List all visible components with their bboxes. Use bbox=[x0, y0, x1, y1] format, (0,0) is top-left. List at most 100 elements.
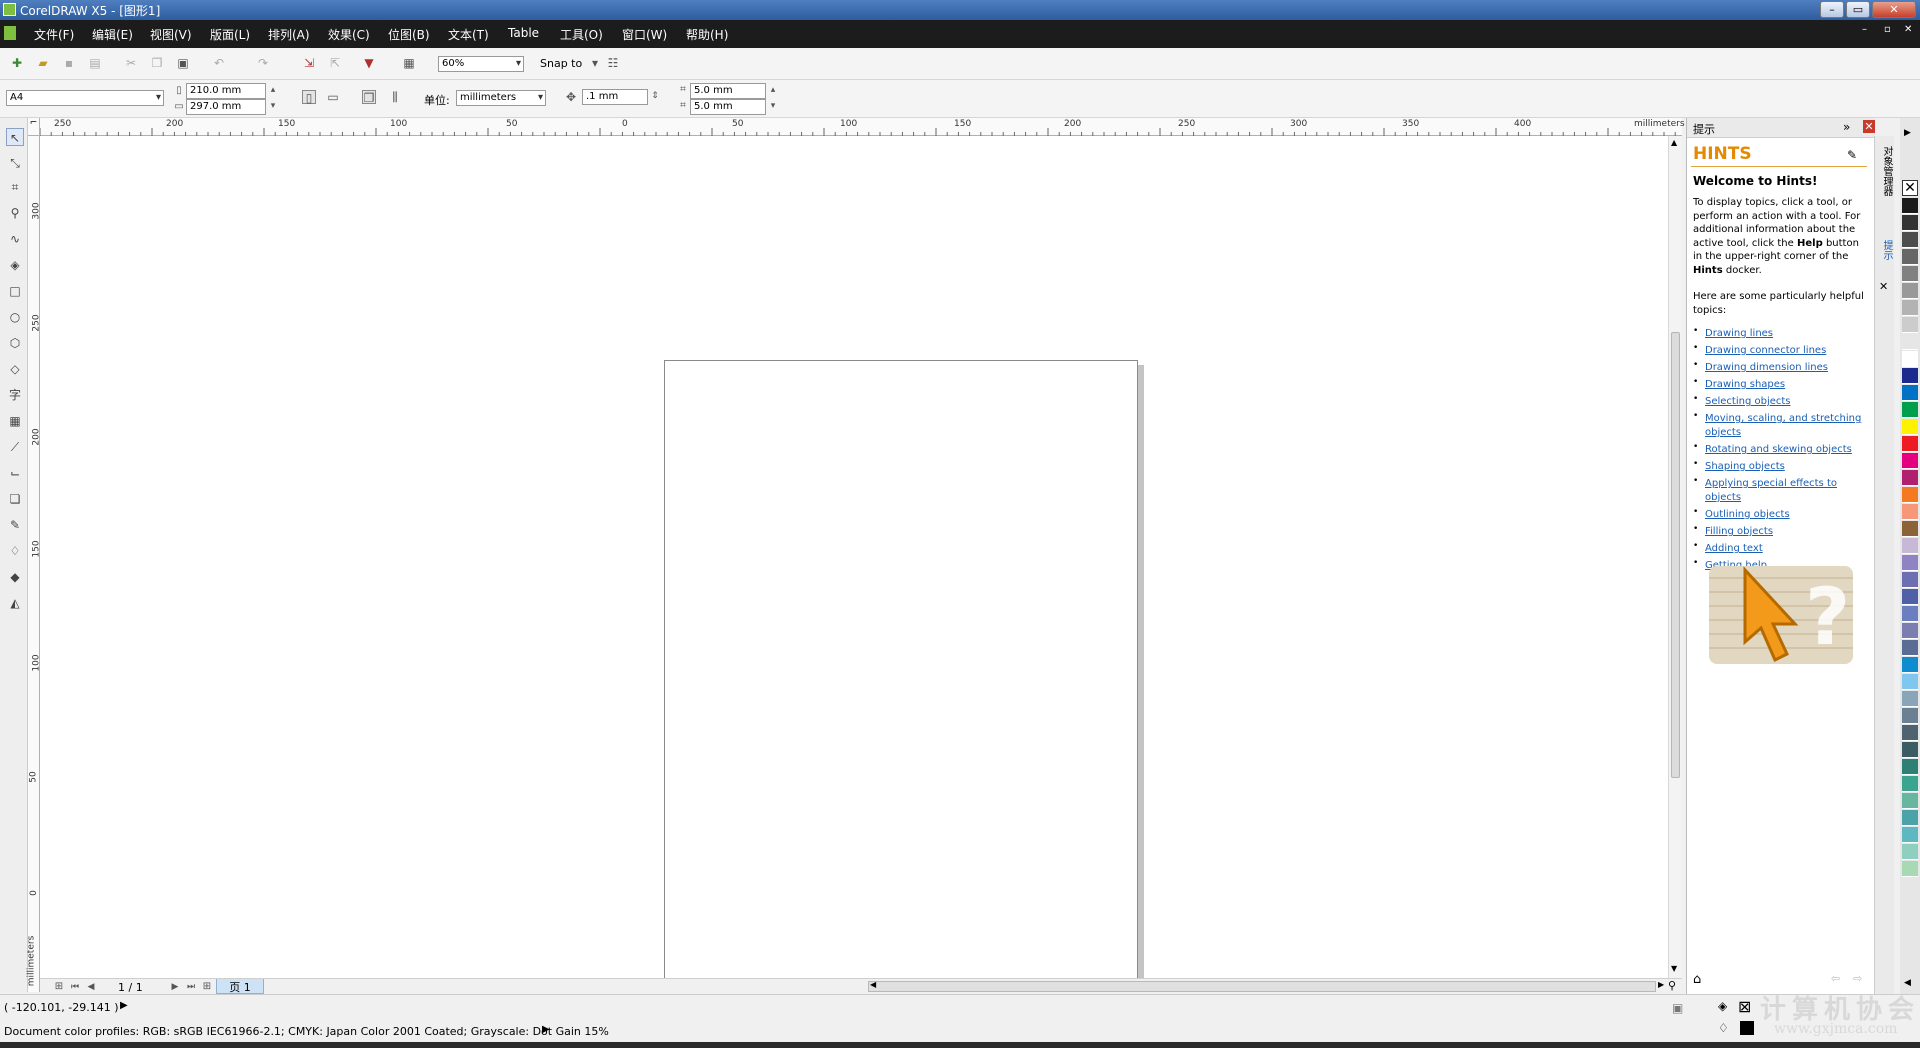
ellipse-tool-icon[interactable]: ○ bbox=[6, 308, 24, 326]
paper-size-select[interactable]: A4 bbox=[6, 90, 164, 106]
color-swatch[interactable] bbox=[1902, 453, 1918, 469]
topic-link[interactable]: Applying special effects to objects bbox=[1705, 478, 1837, 503]
fill-tool-icon[interactable]: ◆ bbox=[6, 568, 24, 586]
welcome-screen-icon[interactable]: ▦ bbox=[402, 56, 416, 70]
freehand-tool-icon[interactable]: ∿ bbox=[6, 230, 24, 248]
zoom-level-field[interactable]: 60% bbox=[438, 56, 524, 72]
horizontal-scroll-thumb[interactable] bbox=[868, 981, 1656, 992]
profiles-expand-icon[interactable]: ▶ bbox=[542, 1024, 550, 1035]
horizontal-ruler[interactable]: 250 200 150 100 50 0 50 100 150 200 250 … bbox=[40, 118, 1685, 136]
color-swatch[interactable] bbox=[1902, 351, 1918, 367]
paste-icon[interactable]: ▣ bbox=[176, 56, 190, 70]
vertical-scroll-thumb[interactable] bbox=[1671, 332, 1680, 778]
color-swatch[interactable] bbox=[1902, 470, 1918, 486]
topic-link[interactable]: Filling objects bbox=[1705, 526, 1773, 537]
nudge-spinner-icon[interactable]: ⇕ bbox=[648, 89, 662, 103]
color-swatch[interactable] bbox=[1902, 334, 1918, 350]
first-page-icon[interactable]: ⏮ bbox=[68, 980, 82, 994]
topic-link[interactable]: Rotating and skewing objects bbox=[1705, 444, 1852, 455]
page-tab[interactable]: 页 1 bbox=[216, 979, 264, 994]
menu-window[interactable]: 窗口(W) bbox=[622, 26, 667, 43]
previous-page-icon[interactable]: ◀ bbox=[84, 980, 98, 994]
last-page-icon[interactable]: ⏭ bbox=[184, 980, 198, 994]
new-icon[interactable]: ✚ bbox=[10, 56, 24, 70]
color-swatch[interactable] bbox=[1902, 844, 1918, 860]
units-select[interactable]: millimeters bbox=[456, 90, 546, 106]
color-swatch[interactable] bbox=[1902, 266, 1918, 282]
landscape-icon[interactable]: ▭ bbox=[326, 90, 340, 104]
docker-close-icon[interactable]: ✕ bbox=[1863, 120, 1875, 133]
color-swatch[interactable] bbox=[1902, 317, 1918, 333]
color-swatch[interactable] bbox=[1902, 538, 1918, 554]
color-swatch[interactable] bbox=[1902, 215, 1918, 231]
color-swatch[interactable] bbox=[1902, 572, 1918, 588]
coords-expand-icon[interactable]: ▶ bbox=[120, 1000, 128, 1011]
color-swatch[interactable] bbox=[1902, 402, 1918, 418]
polygon-tool-icon[interactable]: ⬡ bbox=[6, 334, 24, 352]
color-swatch[interactable] bbox=[1902, 827, 1918, 843]
color-swatch[interactable] bbox=[1902, 436, 1918, 452]
close-button[interactable]: ✕ bbox=[1872, 1, 1916, 18]
ruler-origin-icon[interactable]: ⌐ bbox=[28, 118, 40, 136]
vertical-scrollbar[interactable]: ▲ ▼ bbox=[1668, 136, 1682, 978]
color-swatch[interactable] bbox=[1902, 674, 1918, 690]
minimize-button[interactable]: – bbox=[1820, 1, 1844, 18]
color-swatch[interactable] bbox=[1902, 419, 1918, 435]
status-settings-icon[interactable]: ▣ bbox=[1672, 1001, 1683, 1015]
docker-tab-object-manager[interactable]: 对象管理器 bbox=[1878, 146, 1892, 196]
topic-link[interactable]: Drawing lines bbox=[1705, 328, 1773, 339]
doc-minimize-icon[interactable]: – bbox=[1862, 24, 1867, 35]
menu-bitmaps[interactable]: 位图(B) bbox=[388, 26, 430, 43]
page-height-field[interactable]: 297.0 mm bbox=[186, 99, 266, 115]
duplicate-x-field[interactable]: 5.0 mm bbox=[690, 83, 766, 99]
all-pages-icon[interactable]: ❐ bbox=[362, 90, 376, 105]
palette-scroll-up-icon[interactable]: ▶ bbox=[1904, 128, 1911, 138]
dup-x-spinner-icon[interactable]: ▴ bbox=[766, 83, 780, 97]
cut-icon[interactable]: ✂ bbox=[124, 56, 138, 70]
menu-layout[interactable]: 版面(L) bbox=[210, 26, 250, 43]
dup-y-spinner-icon[interactable]: ▾ bbox=[766, 99, 780, 113]
color-swatch[interactable] bbox=[1902, 725, 1918, 741]
insert-page-before-icon[interactable]: ⊞ bbox=[52, 980, 66, 994]
drawing-canvas[interactable] bbox=[40, 136, 1668, 1030]
dimension-tool-icon[interactable]: ⟋ bbox=[6, 438, 24, 456]
color-swatch[interactable] bbox=[1902, 198, 1918, 214]
color-swatch[interactable] bbox=[1902, 810, 1918, 826]
color-swatch[interactable] bbox=[1902, 521, 1918, 537]
menu-tools[interactable]: 工具(O) bbox=[560, 26, 603, 43]
menu-file[interactable]: 文件(F) bbox=[34, 26, 74, 43]
import-icon[interactable]: ⇲ bbox=[302, 56, 316, 70]
outline-tool-icon[interactable]: ♢ bbox=[6, 542, 24, 560]
color-swatch[interactable] bbox=[1902, 742, 1918, 758]
menu-view[interactable]: 视图(V) bbox=[150, 26, 192, 43]
options-icon[interactable]: ☷ bbox=[606, 56, 620, 70]
topic-link[interactable]: Adding text bbox=[1705, 543, 1763, 554]
color-profiles-text[interactable]: Document color profiles: RGB: sRGB IEC61… bbox=[4, 1025, 609, 1038]
color-swatch[interactable] bbox=[1902, 691, 1918, 707]
export-icon[interactable]: ⇱ bbox=[328, 56, 342, 70]
color-swatch[interactable] bbox=[1902, 606, 1918, 622]
color-swatch[interactable] bbox=[1902, 300, 1918, 316]
topic-link[interactable]: Drawing dimension lines bbox=[1705, 362, 1828, 373]
menu-effects[interactable]: 效果(C) bbox=[328, 26, 370, 43]
nudge-distance-field[interactable]: .1 mm bbox=[582, 89, 648, 105]
pick-tool-icon[interactable]: ↖ bbox=[6, 128, 24, 146]
portrait-icon[interactable]: ▯ bbox=[302, 90, 316, 105]
color-swatch[interactable] bbox=[1902, 487, 1918, 503]
scroll-right-icon[interactable]: ▶ bbox=[1658, 980, 1664, 989]
no-color-swatch[interactable]: ✕ bbox=[1902, 180, 1918, 196]
duplicate-y-field[interactable]: 5.0 mm bbox=[690, 99, 766, 115]
eyedropper-tool-icon[interactable]: ✎ bbox=[6, 516, 24, 534]
snap-dropdown-chevron-icon[interactable]: ▾ bbox=[588, 56, 602, 70]
next-page-icon[interactable]: ▶ bbox=[168, 980, 182, 994]
color-swatch[interactable] bbox=[1902, 385, 1918, 401]
hints-help-icon[interactable]: ✎ bbox=[1847, 148, 1857, 162]
topic-link[interactable]: Moving, scaling, and stretching objects bbox=[1705, 413, 1861, 438]
open-icon[interactable]: ▰ bbox=[36, 56, 50, 70]
color-swatch[interactable] bbox=[1902, 589, 1918, 605]
basic-shapes-tool-icon[interactable]: ◇ bbox=[6, 360, 24, 378]
shape-tool-icon[interactable]: ⤡ bbox=[6, 154, 24, 172]
docker-collapse-icon[interactable]: » bbox=[1843, 120, 1850, 134]
navigator-zoom-icon[interactable]: ⚲ bbox=[1668, 979, 1676, 992]
undo-icon[interactable]: ↶ bbox=[212, 56, 226, 70]
